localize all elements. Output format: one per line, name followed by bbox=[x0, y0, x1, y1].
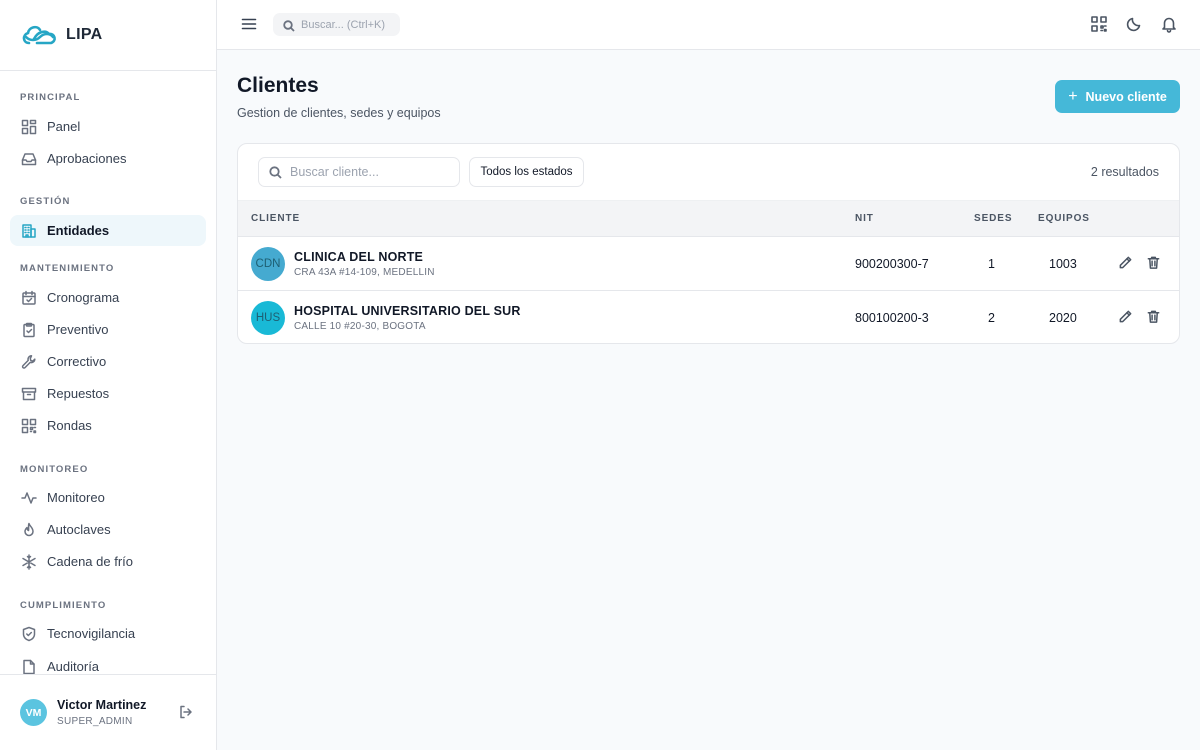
table-row[interactable]: HUS HOSPITAL UNIVERSITARIO DEL SUR CALLE… bbox=[238, 291, 1179, 343]
sidebar-item-label: Rondas bbox=[47, 418, 92, 433]
main-content: Clientes Gestion de clientes, sedes y eq… bbox=[217, 50, 1200, 750]
edit-icon[interactable] bbox=[1118, 309, 1134, 325]
sidebar-item-label: Aprobaciones bbox=[47, 151, 127, 166]
client-name[interactable]: CLINICA DEL NORTE bbox=[294, 250, 423, 264]
client-equipos: 1003 bbox=[1049, 257, 1077, 271]
activity-icon bbox=[20, 489, 37, 506]
section-title-monitoreo: MONITOREO bbox=[20, 464, 89, 475]
client-nit: 800100200-3 bbox=[855, 311, 929, 325]
search-icon bbox=[269, 165, 282, 179]
client-search[interactable] bbox=[258, 157, 460, 187]
wrench-icon bbox=[20, 353, 37, 370]
client-name[interactable]: HOSPITAL UNIVERSITARIO DEL SUR bbox=[294, 304, 521, 318]
sidebar-item-autoclaves[interactable]: Autoclaves bbox=[10, 514, 206, 545]
edit-icon[interactable] bbox=[1118, 255, 1134, 271]
search-icon bbox=[283, 19, 295, 32]
sidebar-nav: PRINCIPAL Panel Aprobaciones GESTIÓN Ent… bbox=[0, 92, 216, 682]
topbar bbox=[217, 0, 1200, 50]
sidebar-item-rondas[interactable]: Rondas bbox=[10, 410, 206, 441]
menu-icon[interactable] bbox=[240, 15, 258, 33]
grid-icon bbox=[20, 118, 37, 135]
sidebar-item-repuestos[interactable]: Repuestos bbox=[10, 378, 206, 409]
sidebar-item-label: Cadena de frío bbox=[47, 554, 134, 569]
column-header-equipos[interactable]: EQUIPOS bbox=[1038, 213, 1090, 224]
column-header-nit[interactable]: NIT bbox=[855, 213, 874, 224]
bell-icon[interactable] bbox=[1160, 15, 1178, 33]
client-nit: 900200300-7 bbox=[855, 257, 929, 271]
sidebar-item-label: Panel bbox=[47, 119, 81, 134]
qr-icon bbox=[20, 417, 37, 434]
client-sedes: 2 bbox=[988, 311, 995, 325]
trash-icon[interactable] bbox=[1146, 309, 1162, 325]
table-row[interactable]: CDN CLINICA DEL NORTE CRA 43A #14-109, M… bbox=[238, 237, 1179, 291]
sidebar-item-label: Cronograma bbox=[47, 290, 120, 305]
brand-name: LIPA bbox=[66, 26, 103, 43]
plus-icon: + bbox=[1068, 87, 1078, 105]
sidebar-item-label: Repuestos bbox=[47, 386, 110, 401]
status-filter-select[interactable]: Todos los estados bbox=[469, 157, 584, 187]
results-count: 2 resultados bbox=[1090, 165, 1159, 179]
client-address: CALLE 10 #20-30, BOGOTA bbox=[294, 321, 426, 332]
sidebar-item-label: Correctivo bbox=[47, 354, 107, 369]
column-header-sedes[interactable]: SEDES bbox=[974, 213, 1012, 224]
moon-icon[interactable] bbox=[1125, 15, 1143, 33]
avatar[interactable]: VM bbox=[20, 699, 47, 726]
sidebar-item-cronograma[interactable]: Cronograma bbox=[10, 282, 206, 313]
building-icon bbox=[20, 222, 37, 239]
page-title: Clientes bbox=[237, 74, 319, 97]
new-client-button[interactable]: + Nuevo cliente bbox=[1055, 80, 1180, 113]
cloud-logo-icon bbox=[20, 22, 58, 48]
sidebar-item-label: Preventivo bbox=[47, 322, 109, 337]
client-avatar: HUS bbox=[251, 301, 285, 335]
clients-card: Todos los estados 2 resultados CLIENTE N… bbox=[237, 143, 1180, 344]
logout-icon[interactable] bbox=[178, 704, 194, 720]
flame-icon bbox=[20, 521, 37, 538]
user-name: Victor Martinez bbox=[57, 698, 147, 712]
snowflake-icon bbox=[20, 553, 37, 570]
section-title-cumplimiento: CUMPLIMIENTO bbox=[20, 600, 107, 611]
shield-icon bbox=[20, 625, 37, 642]
client-search-input[interactable] bbox=[290, 165, 450, 179]
table-header: CLIENTE NIT SEDES EQUIPOS bbox=[238, 200, 1179, 237]
sidebar: LIPA PRINCIPAL Panel Aprobaciones GESTIÓ… bbox=[0, 0, 217, 750]
user-role: SUPER_ADMIN bbox=[57, 716, 133, 727]
clipboard-icon bbox=[20, 321, 37, 338]
sidebar-item-monitoreo[interactable]: Monitoreo bbox=[10, 482, 206, 513]
inbox-icon bbox=[20, 150, 37, 167]
column-header-cliente[interactable]: CLIENTE bbox=[251, 213, 300, 224]
section-title-gestion: GESTIÓN bbox=[20, 196, 71, 207]
brand[interactable]: LIPA bbox=[0, 0, 216, 71]
qr-code-icon[interactable] bbox=[1090, 15, 1108, 33]
sidebar-item-tecnovigilancia[interactable]: Tecnovigilancia bbox=[10, 618, 206, 649]
trash-icon[interactable] bbox=[1146, 255, 1162, 271]
sidebar-item-aprobaciones[interactable]: Aprobaciones bbox=[10, 143, 206, 174]
file-icon bbox=[20, 658, 37, 675]
user-info: Victor Martinez SUPER_ADMIN bbox=[57, 698, 146, 727]
client-sedes: 1 bbox=[988, 257, 995, 271]
sidebar-item-panel[interactable]: Panel bbox=[10, 111, 206, 142]
sidebar-item-label: Monitoreo bbox=[47, 490, 105, 505]
global-search[interactable] bbox=[273, 13, 400, 36]
section-title-principal: PRINCIPAL bbox=[20, 92, 81, 103]
sidebar-item-cadena-de-frio[interactable]: Cadena de frío bbox=[10, 546, 206, 577]
client-equipos: 2020 bbox=[1049, 311, 1077, 325]
section-title-mantenimiento: MANTENIMIENTO bbox=[20, 263, 115, 274]
sidebar-item-label: Auditoría bbox=[47, 659, 100, 674]
sidebar-item-entidades[interactable]: Entidades bbox=[10, 215, 206, 246]
page-subtitle: Gestion de clientes, sedes y equipos bbox=[237, 106, 441, 120]
user-profile: VM Victor Martinez SUPER_ADMIN bbox=[0, 674, 216, 750]
global-search-input[interactable] bbox=[301, 18, 396, 31]
sidebar-item-preventivo[interactable]: Preventivo bbox=[10, 314, 206, 345]
new-client-button-label: Nuevo cliente bbox=[1085, 89, 1167, 104]
client-address: CRA 43A #14-109, MEDELLIN bbox=[294, 267, 435, 278]
calendar-icon bbox=[20, 289, 37, 306]
client-avatar: CDN bbox=[251, 247, 285, 281]
archive-icon bbox=[20, 385, 37, 402]
sidebar-item-correctivo[interactable]: Correctivo bbox=[10, 346, 206, 377]
sidebar-item-label: Autoclaves bbox=[47, 522, 111, 537]
sidebar-item-label: Tecnovigilancia bbox=[47, 626, 136, 641]
sidebar-item-label: Entidades bbox=[47, 223, 110, 238]
